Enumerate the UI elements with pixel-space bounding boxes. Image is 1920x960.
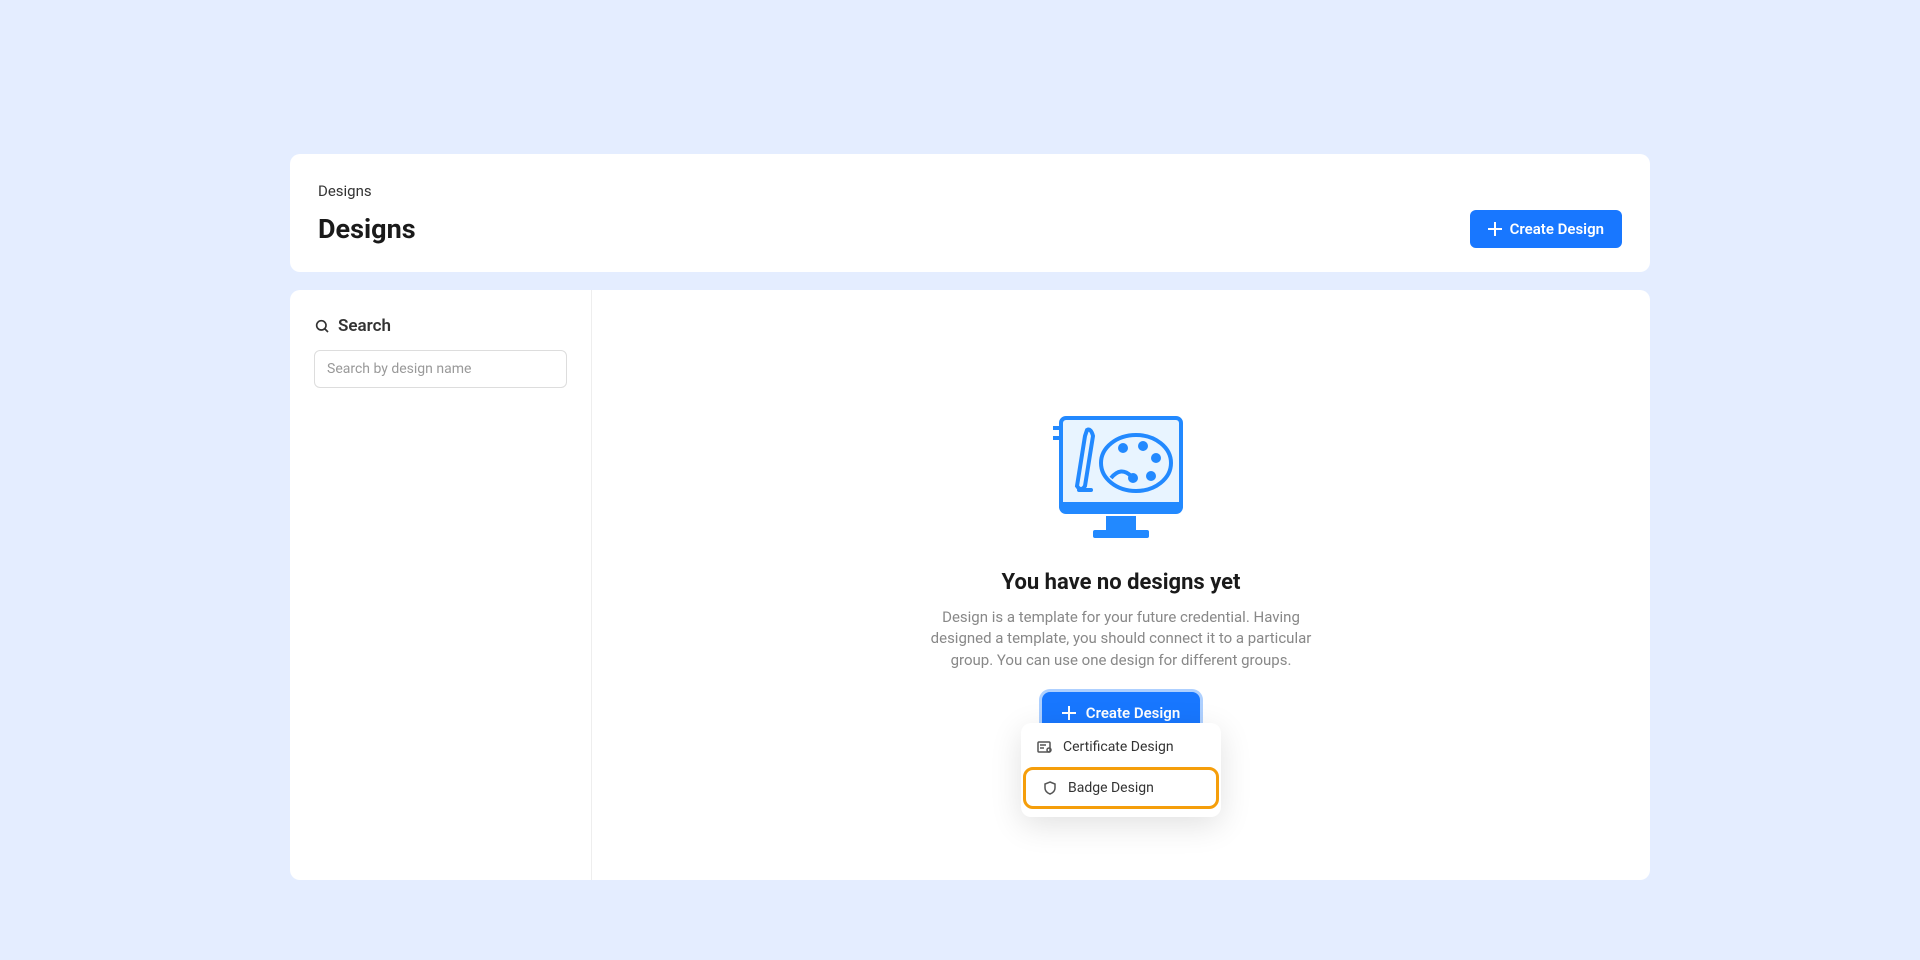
content-card: Search You have no bbox=[290, 290, 1650, 880]
search-header: Search bbox=[314, 316, 567, 336]
main-area: You have no designs yet Design is a temp… bbox=[592, 290, 1650, 880]
plus-icon bbox=[1062, 706, 1076, 720]
create-design-header-label: Create Design bbox=[1510, 220, 1604, 238]
app-frame: Designs Designs Create Design Search bbox=[175, 88, 1745, 873]
empty-state-title: You have no designs yet bbox=[1002, 570, 1241, 595]
empty-state-description: Design is a template for your future cre… bbox=[911, 607, 1331, 672]
breadcrumb[interactable]: Designs bbox=[318, 182, 1622, 200]
badge-icon bbox=[1042, 780, 1058, 796]
design-palette-illustration bbox=[1051, 408, 1191, 548]
page-title: Designs bbox=[318, 213, 416, 245]
search-label: Search bbox=[338, 316, 391, 336]
header-row: Designs Create Design bbox=[318, 210, 1622, 248]
search-icon bbox=[314, 318, 330, 334]
create-design-main-label: Create Design bbox=[1086, 704, 1180, 722]
header-card: Designs Designs Create Design bbox=[290, 154, 1650, 272]
certificate-icon bbox=[1037, 739, 1053, 755]
create-design-dropdown: Certificate Design Badge Design bbox=[1021, 723, 1221, 817]
dropdown-item-certificate-design[interactable]: Certificate Design bbox=[1021, 729, 1221, 765]
search-input[interactable] bbox=[314, 350, 567, 388]
dropdown-item-label: Badge Design bbox=[1068, 780, 1154, 796]
create-design-header-button[interactable]: Create Design bbox=[1470, 210, 1622, 248]
dropdown-item-label: Certificate Design bbox=[1063, 739, 1174, 755]
dropdown-item-badge-design[interactable]: Badge Design bbox=[1023, 767, 1219, 809]
plus-icon bbox=[1488, 222, 1502, 236]
sidebar: Search bbox=[290, 290, 592, 880]
